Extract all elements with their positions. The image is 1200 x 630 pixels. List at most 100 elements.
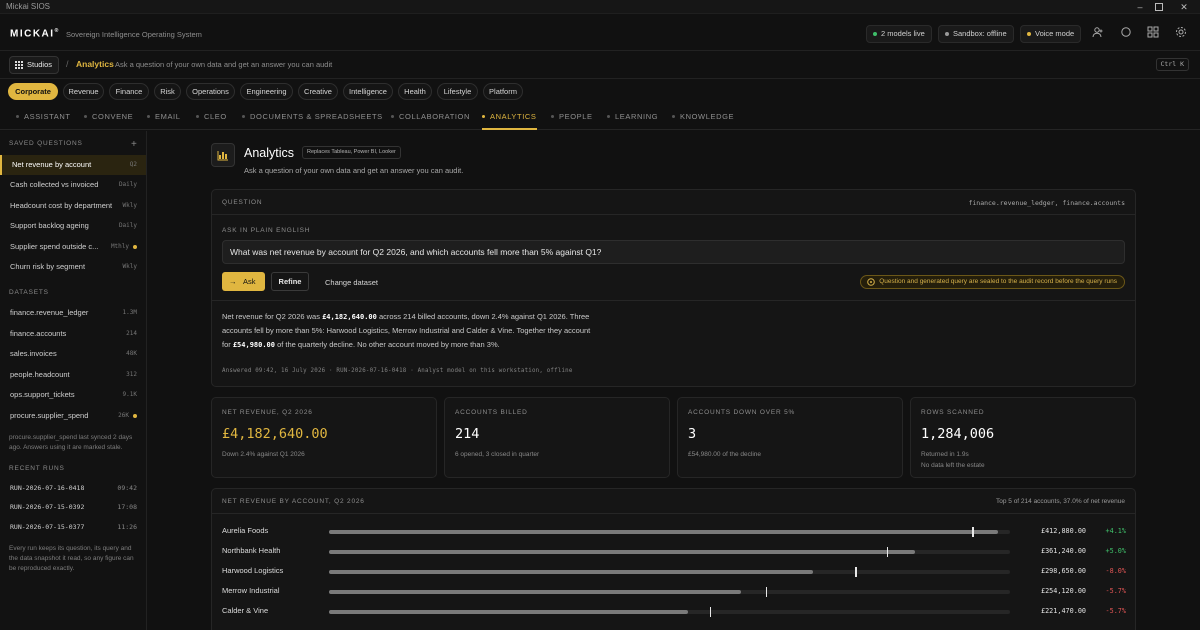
tab-assistant[interactable]: ASSISTANT [16,112,71,130]
breadcrumb-current[interactable]: Analytics [76,59,114,69]
answer-meta: Answered 09:42, 16 July 2026 · RUN-2026-… [222,368,573,374]
tab-email[interactable]: EMAIL [147,112,181,130]
kpi-value: £4,182,640.00 [222,426,328,442]
kpi-card: ACCOUNTS DOWN OVER 5% 3 £54,980.00 of th… [677,397,903,478]
tab-documents[interactable]: DOCUMENTS & SPREADSHEETS [242,112,383,130]
tab-collaboration[interactable]: COLLABORATION [391,112,470,130]
bar-label: Calder & Vine [222,606,269,615]
stale-warning-dot [133,414,137,418]
saved-question-item[interactable]: Support backlog ageing Daily [0,216,146,236]
tab-analytics[interactable]: ANALYTICS [482,112,537,130]
chip-operations[interactable]: Operations [186,83,235,100]
bar-row[interactable]: Northbank Health £361,240.00 +5.0% [212,541,1135,561]
bar-value-label: £361,240.00 [1040,547,1086,555]
saved-question-item[interactable]: Headcount cost by department Wkly [0,196,146,216]
dataset-item[interactable]: people.headcount 312 [0,365,146,385]
stale-warning-dot [133,245,137,249]
status-dot [945,32,949,36]
close-icon[interactable]: ✕ [1178,1,1190,13]
app-logo[interactable]: MICKAI® [10,28,60,39]
chip-intelligence[interactable]: Intelligence [343,83,393,100]
status-circle-icon[interactable] [1120,26,1134,40]
saved-question-item[interactable]: Churn risk by segment Wkly [0,257,146,277]
chip-platform[interactable]: Platform [483,83,523,100]
ask-button[interactable]: → Ask [222,272,265,291]
command-shortcut[interactable]: Ctrl K [1155,58,1189,71]
chip-health[interactable]: Health [398,83,432,100]
dataset-item[interactable]: finance.revenue_ledger 1.3M [0,303,146,323]
gear-icon[interactable] [1175,26,1189,40]
revenue-by-account-card: NET REVENUE BY ACCOUNT, Q2 2026 Top 5 of… [211,488,1136,630]
bar-row[interactable]: Aurelia Foods £412,880.00 +4.1% [212,521,1135,541]
bar-track [329,567,1010,577]
bar-change-label: +5.0% [1105,547,1126,555]
studio-tabs: ASSISTANT CONVENE EMAIL CLEO DOCUMENTS &… [0,106,1200,130]
sidebar: SAVED QUESTIONS + Net revenue by account… [0,131,147,630]
breadcrumb-separator: / [66,59,69,69]
chip-engineering[interactable]: Engineering [240,83,293,100]
apps-grid-icon[interactable] [1147,26,1161,40]
saved-question-item[interactable]: Net revenue by account Q2 [0,155,146,175]
kpi-heading: ROWS SCANNED [921,409,985,416]
dataset-item[interactable]: ops.support_tickets 9.1K [0,385,146,405]
kpi-heading: ACCOUNTS BILLED [455,409,528,416]
change-dataset-button[interactable]: Change dataset [325,278,378,287]
chip-finance[interactable]: Finance [109,83,149,100]
kpi-card: ACCOUNTS BILLED 214 6 opened, 3 closed i… [444,397,670,478]
recent-run-item[interactable]: RUN-2026-07-15-0377 11:26 [0,519,146,537]
dataset-item[interactable]: sales.invoices 48K [0,344,146,364]
kpi-subtext: 6 opened, 3 closed in quarter [455,451,540,458]
bar-row[interactable]: Calder & Vine £221,470.00 -5.7% [212,601,1135,621]
maximize-icon[interactable] [1153,1,1165,13]
bar [329,590,742,594]
bar-row[interactable]: Merrow Industrial £254,120.00 -5.7% [212,581,1135,601]
bar-chart-icon [211,143,235,167]
tab-learning[interactable]: LEARNING [607,112,658,130]
page-subtitle: Ask a question of your own data and get … [244,166,464,175]
grid-icon [15,61,23,69]
previous-quarter-marker [765,587,768,597]
question-field[interactable] [222,240,1125,264]
recent-run-item[interactable]: RUN-2026-07-16-0418 09:42 [0,480,146,498]
chip-creative[interactable]: Creative [298,83,338,100]
bar-track [329,607,1010,617]
dataset-item[interactable]: finance.accounts 214 [0,324,146,344]
chip-lifestyle[interactable]: Lifestyle [437,83,478,100]
question-input[interactable] [230,241,1115,263]
minimize-icon[interactable]: – [1134,1,1146,13]
bar-label: Aurelia Foods [222,526,269,535]
ask-label: ASK IN PLAIN ENGLISH [222,227,311,234]
tab-convene[interactable]: CONVENE [84,112,133,130]
chip-risk[interactable]: Risk [154,83,181,100]
saved-question-item[interactable]: Supplier spend outside c... Mthly [0,237,146,257]
chip-revenue[interactable]: Revenue [63,83,104,100]
recent-run-item[interactable]: RUN-2026-07-15-0392 17:08 [0,499,146,517]
sandbox-status[interactable]: Sandbox: offline [938,25,1014,43]
dataset-item[interactable]: procure.supplier_spend 26K [0,406,146,426]
saved-question-item[interactable]: Cash collected vs invoiced Daily [0,175,146,195]
voice-mode-toggle[interactable]: Voice mode [1020,25,1082,43]
bar-change-label: -5.7% [1105,587,1126,595]
add-question-button[interactable]: + [131,139,137,150]
window-titlebar: Mickai SIOS – ✕ [0,0,1200,14]
answer-text: Net revenue for Q2 2026 was £4,182,640.0… [222,312,591,349]
answer-decline-value: £54,980.00 [232,340,275,349]
bar-value-label: £254,120.00 [1040,587,1086,595]
recent-runs-heading: RECENT RUNS [9,465,65,472]
models-status[interactable]: 2 models live [866,25,932,43]
bar-track [329,587,1010,597]
refine-button[interactable]: Refine [271,272,309,291]
previous-quarter-marker [709,607,712,617]
chart-title: NET REVENUE BY ACCOUNT, Q2 2026 [222,498,365,505]
studios-button[interactable]: Studios [9,56,60,74]
user-icon[interactable] [1092,26,1106,40]
status-dot [1027,32,1031,36]
tab-people[interactable]: PEOPLE [551,112,593,130]
previous-quarter-marker [972,527,974,537]
tab-knowledge[interactable]: KNOWLEDGE [672,112,734,130]
bar [329,610,689,614]
chip-corporate[interactable]: Corporate [8,83,58,100]
bar-row[interactable]: Harwood Logistics £298,650.00 -8.0% [212,561,1135,581]
tab-cleo[interactable]: CLEO [196,112,227,130]
question-sources: finance.revenue_ledger, finance.accounts [968,199,1125,207]
